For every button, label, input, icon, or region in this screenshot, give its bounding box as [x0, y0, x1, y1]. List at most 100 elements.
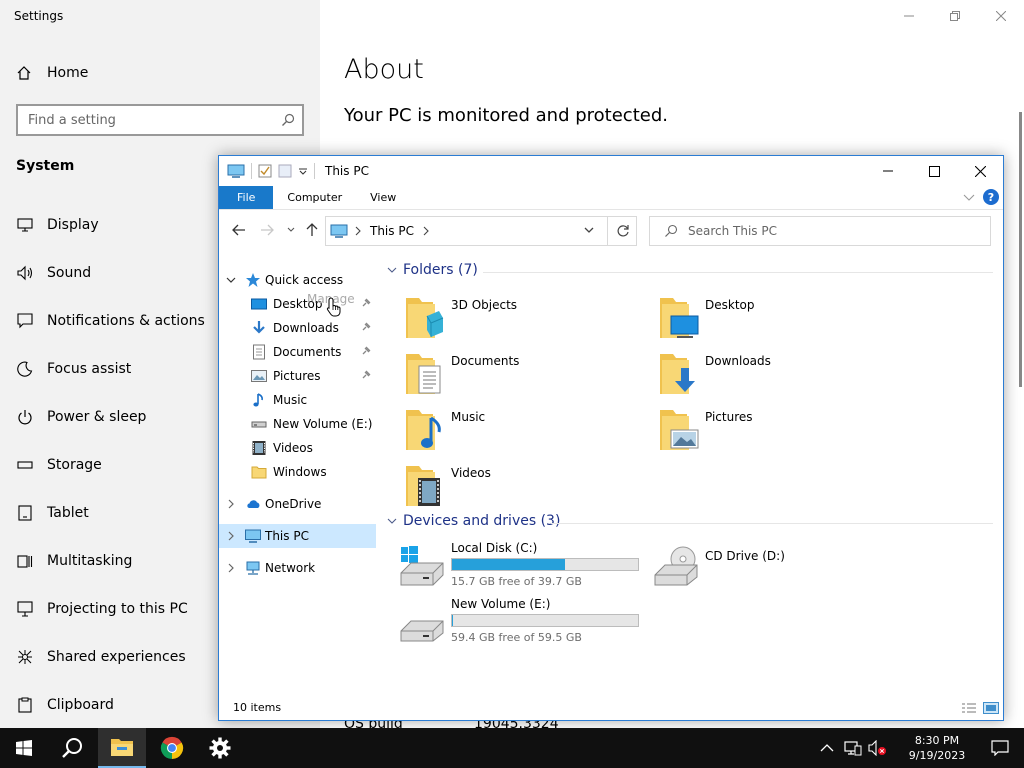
this-pc-icon	[330, 224, 348, 238]
nav-label: Network	[265, 561, 316, 575]
settings-search-placeholder: Find a setting	[28, 112, 116, 128]
file-explorer-icon	[111, 739, 133, 756]
drive-free-space: 15.7 GB free of 39.7 GB	[451, 575, 582, 588]
large-icons-view-icon[interactable]	[983, 702, 999, 714]
taskbar-settings[interactable]	[196, 728, 244, 768]
chevron-down-icon[interactable]	[226, 275, 236, 285]
gear-icon	[209, 737, 231, 759]
chevron-right-icon[interactable]	[226, 563, 236, 573]
drive-label: New Volume (E:)	[451, 597, 551, 611]
refresh-icon	[617, 225, 629, 237]
nav-label: Windows	[273, 465, 327, 479]
chevron-down-icon	[387, 518, 397, 524]
nav-label: OneDrive	[265, 497, 322, 511]
system-tray: 8:30 PM 9/19/2023	[820, 728, 1024, 768]
pin-icon	[362, 298, 371, 307]
minimize-button[interactable]	[865, 156, 911, 186]
folder-videos[interactable]: Videos	[405, 462, 645, 514]
nav-videos[interactable]: Videos	[219, 436, 376, 460]
new-folder-icon[interactable]	[278, 164, 292, 178]
drive-local-disk-c[interactable]: Local Disk (C:) 15.7 GB free of 39.7 GB	[399, 541, 659, 593]
folder-downloads-icon	[660, 354, 695, 394]
folder-pictures[interactable]: Pictures	[659, 406, 899, 458]
nav-pictures[interactable]: Pictures	[219, 364, 376, 388]
nav-music[interactable]: Music	[219, 388, 376, 412]
chevron-right-icon	[355, 226, 361, 236]
nav-new-volume[interactable]: New Volume (E:)	[219, 412, 376, 436]
home-icon	[17, 66, 31, 80]
taskbar-search-button[interactable]	[48, 728, 96, 768]
settings-nav-label: Display	[47, 217, 99, 233]
folder-downloads[interactable]: Downloads	[659, 350, 899, 402]
taskbar-chrome[interactable]	[148, 728, 196, 768]
navigation-pane: Quick access Desktop Downloads Documents…	[219, 268, 377, 688]
shared-experiences-icon	[16, 648, 34, 666]
properties-icon[interactable]	[258, 164, 272, 178]
folders-group-header[interactable]: Folders (7)	[387, 262, 478, 278]
network-icon[interactable]	[844, 740, 862, 756]
cd-drive-icon	[654, 546, 698, 586]
settings-scrollbar[interactable]	[1019, 112, 1022, 387]
chevron-down-icon[interactable]	[298, 166, 308, 176]
folder-pictures-icon	[660, 410, 699, 450]
folder-desktop[interactable]: Desktop	[659, 294, 899, 346]
clock-date: 9/19/2023	[908, 749, 966, 762]
help-button[interactable]: ?	[983, 189, 999, 205]
settings-nav-label: Tablet	[47, 505, 89, 521]
back-button[interactable]	[229, 220, 249, 240]
maximize-button[interactable]	[911, 156, 957, 186]
arrow-up-icon	[306, 223, 318, 236]
recent-locations-button[interactable]	[281, 220, 301, 240]
details-view-icon[interactable]	[961, 702, 977, 714]
folder-music[interactable]: Music	[405, 406, 645, 458]
nav-windows[interactable]: Windows	[219, 460, 376, 484]
drive-new-volume-e[interactable]: New Volume (E:) 59.4 GB free of 59.5 GB	[399, 597, 659, 649]
up-button[interactable]	[302, 220, 322, 240]
tab-file[interactable]: File	[219, 186, 274, 209]
expand-ribbon-icon[interactable]	[963, 192, 975, 202]
address-dropdown[interactable]	[583, 222, 595, 241]
folder-3d-objects[interactable]: 3D Objects	[405, 294, 645, 346]
folder-label: Desktop	[705, 298, 755, 312]
nav-this-pc[interactable]: This PC	[219, 524, 376, 548]
folder-videos-icon	[406, 466, 440, 506]
chevron-right-icon	[423, 226, 429, 236]
tab-view[interactable]: View	[356, 186, 410, 209]
settings-home[interactable]: Home	[16, 62, 88, 84]
drive-windows-icon	[400, 546, 444, 586]
search-input[interactable]: Search This PC	[649, 216, 991, 246]
close-button[interactable]	[957, 156, 1003, 186]
chrome-icon	[160, 736, 184, 760]
taskbar-clock[interactable]: 8:30 PM 9/19/2023	[898, 733, 976, 763]
action-center-button[interactable]	[976, 728, 1024, 768]
chevron-right-icon[interactable]	[226, 499, 236, 509]
chevron-up-icon[interactable]	[820, 743, 834, 753]
close-button[interactable]	[978, 0, 1024, 32]
settings-search-input[interactable]: Find a setting	[16, 104, 304, 136]
drives-group-header[interactable]: Devices and drives (3)	[387, 513, 560, 529]
nav-documents[interactable]: Documents	[219, 340, 376, 364]
refresh-button[interactable]	[607, 216, 637, 246]
folder-documents[interactable]: Documents	[405, 350, 645, 402]
nav-label: Downloads	[273, 321, 339, 335]
nav-downloads[interactable]: Downloads	[219, 316, 376, 340]
nav-quick-access[interactable]: Quick access	[219, 268, 376, 292]
nav-network[interactable]: Network	[219, 556, 376, 580]
chevron-down-icon	[584, 227, 594, 233]
minimize-button[interactable]	[886, 0, 932, 32]
settings-nav-label: Shared experiences	[47, 649, 186, 665]
forward-button[interactable]	[257, 220, 277, 240]
chevron-right-icon[interactable]	[226, 531, 236, 541]
start-button[interactable]	[0, 728, 48, 768]
tab-computer[interactable]: Computer	[273, 186, 356, 209]
volume-muted-icon[interactable]	[868, 740, 888, 756]
notifications-icon	[16, 312, 34, 330]
drive-cd-d[interactable]: CD Drive (D:)	[653, 541, 913, 593]
taskbar-file-explorer[interactable]	[98, 728, 146, 768]
restore-button[interactable]	[932, 0, 978, 32]
settings-nav-label: Focus assist	[47, 361, 132, 377]
nav-onedrive[interactable]: OneDrive	[219, 492, 376, 516]
drive-usage-bar	[451, 614, 639, 627]
documents-icon	[253, 344, 265, 360]
file-explorer-window: This PC File Computer View ? This PC Sea…	[218, 155, 1004, 721]
